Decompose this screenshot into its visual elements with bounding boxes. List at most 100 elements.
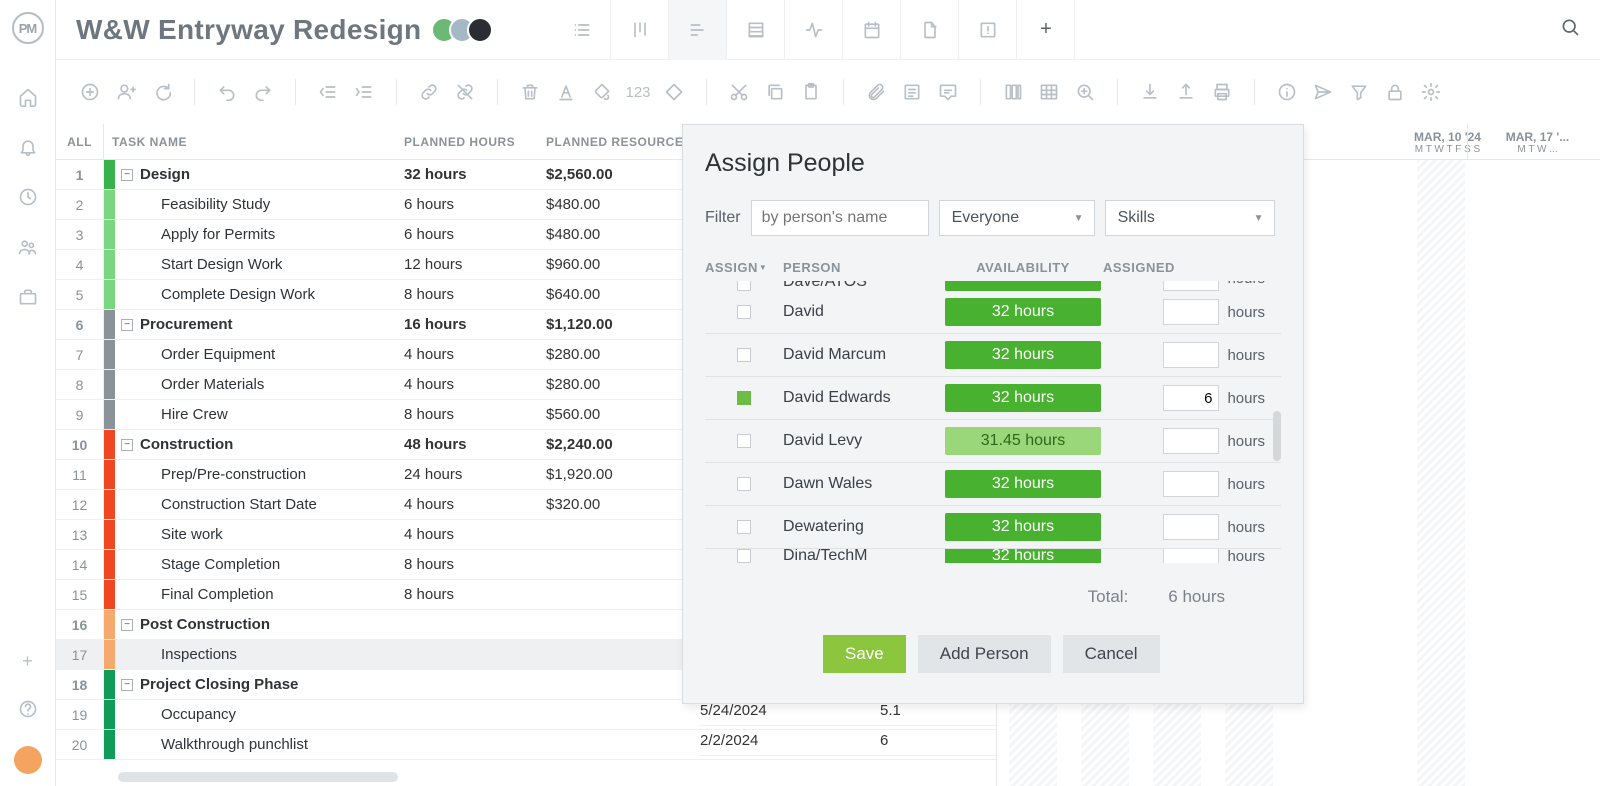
cancel-button[interactable]: Cancel bbox=[1063, 635, 1160, 673]
fill-icon[interactable] bbox=[590, 80, 614, 104]
col-person[interactable]: PERSON bbox=[783, 260, 943, 275]
comment-icon[interactable] bbox=[936, 80, 960, 104]
filter-skills-select[interactable]: Skills▼ bbox=[1105, 200, 1275, 236]
collapse-toggle-icon[interactable]: − bbox=[121, 439, 133, 451]
assigned-hours-input[interactable] bbox=[1163, 471, 1219, 497]
assign-checkbox[interactable] bbox=[737, 549, 751, 563]
assign-checkbox[interactable] bbox=[737, 391, 751, 405]
assigned-hours-input[interactable] bbox=[1163, 342, 1219, 368]
planned-hours: 4 hours bbox=[404, 496, 546, 513]
collapse-toggle-icon[interactable]: − bbox=[121, 319, 133, 331]
sheet-view-tab[interactable] bbox=[727, 0, 785, 60]
collapse-toggle-icon[interactable]: − bbox=[121, 679, 133, 691]
add-icon[interactable]: + bbox=[22, 651, 33, 672]
import-icon[interactable] bbox=[1138, 80, 1162, 104]
calendar-view-tab[interactable] bbox=[843, 0, 901, 60]
number-format-icon[interactable]: 123 bbox=[626, 80, 650, 104]
assign-icon[interactable] bbox=[114, 80, 138, 104]
member-avatar[interactable] bbox=[467, 17, 493, 43]
app-logo[interactable]: PM bbox=[12, 12, 44, 44]
copy-icon[interactable] bbox=[763, 80, 787, 104]
undo-icon[interactable] bbox=[215, 80, 239, 104]
refresh-icon[interactable] bbox=[150, 80, 174, 104]
col-availability[interactable]: AVAILABILITY bbox=[943, 260, 1103, 275]
assign-checkbox[interactable] bbox=[737, 477, 751, 491]
col-assign[interactable]: ASSIGN▼ bbox=[705, 260, 783, 275]
people-icon[interactable] bbox=[16, 235, 40, 259]
delete-icon[interactable] bbox=[518, 80, 542, 104]
hours-unit: hours bbox=[1227, 519, 1265, 536]
table-icon[interactable] bbox=[1037, 80, 1061, 104]
help-icon[interactable] bbox=[16, 697, 40, 721]
settings-icon[interactable] bbox=[1419, 80, 1443, 104]
cut-icon[interactable] bbox=[727, 80, 751, 104]
assign-checkbox[interactable] bbox=[737, 434, 751, 448]
assign-checkbox[interactable] bbox=[737, 281, 751, 291]
modal-scrollbar[interactable] bbox=[1273, 411, 1281, 461]
board-view-tab[interactable] bbox=[611, 0, 669, 60]
assigned-hours-input[interactable] bbox=[1163, 299, 1219, 325]
gantt-view-tab[interactable] bbox=[669, 0, 727, 60]
briefcase-icon[interactable] bbox=[16, 285, 40, 309]
paste-icon[interactable] bbox=[799, 80, 823, 104]
note-icon[interactable] bbox=[900, 80, 924, 104]
link-icon[interactable] bbox=[417, 80, 441, 104]
print-icon[interactable] bbox=[1210, 80, 1234, 104]
sort-caret-icon: ▼ bbox=[759, 263, 767, 272]
add-task-icon[interactable] bbox=[78, 80, 102, 104]
columns-icon[interactable] bbox=[1001, 80, 1025, 104]
project-members[interactable] bbox=[439, 17, 493, 43]
assign-checkbox[interactable] bbox=[737, 348, 751, 362]
user-avatar[interactable] bbox=[14, 746, 42, 774]
clock-icon[interactable] bbox=[16, 185, 40, 209]
assign-checkbox[interactable] bbox=[737, 520, 751, 534]
col-task-name[interactable]: TASK NAME bbox=[104, 135, 404, 149]
risk-view-tab[interactable] bbox=[959, 0, 1017, 60]
assigned-hours-input[interactable] bbox=[1163, 514, 1219, 540]
assigned-hours-input[interactable] bbox=[1163, 428, 1219, 454]
col-all[interactable]: ALL bbox=[56, 124, 104, 159]
zoom-icon[interactable] bbox=[1073, 80, 1097, 104]
person-name: David Marcum bbox=[783, 346, 943, 364]
status-bar bbox=[104, 160, 115, 189]
bell-icon[interactable] bbox=[16, 135, 40, 159]
filter-group-select[interactable]: Everyone▼ bbox=[939, 200, 1095, 236]
home-icon[interactable] bbox=[16, 85, 40, 109]
send-icon[interactable] bbox=[1311, 80, 1335, 104]
collapse-toggle-icon[interactable]: − bbox=[121, 619, 133, 631]
search-icon[interactable] bbox=[1560, 17, 1580, 42]
filter-label: Filter bbox=[705, 209, 741, 227]
assigned-hours-input[interactable] bbox=[1163, 385, 1219, 411]
assigned-hours-input[interactable] bbox=[1163, 281, 1219, 291]
attach-icon[interactable] bbox=[864, 80, 888, 104]
hours-unit: hours bbox=[1227, 549, 1265, 563]
assign-checkbox[interactable] bbox=[737, 305, 751, 319]
chevron-down-icon: ▼ bbox=[1074, 213, 1084, 224]
list-view-tab[interactable] bbox=[553, 0, 611, 60]
save-button[interactable]: Save bbox=[823, 635, 906, 673]
horizontal-scrollbar[interactable] bbox=[118, 772, 398, 782]
collapse-toggle-icon[interactable]: − bbox=[121, 169, 133, 181]
col-assigned[interactable]: ASSIGNED bbox=[1103, 260, 1223, 275]
filter-icon[interactable] bbox=[1347, 80, 1371, 104]
unlink-icon[interactable] bbox=[453, 80, 477, 104]
row-number: 20 bbox=[56, 730, 104, 759]
lock-icon[interactable] bbox=[1383, 80, 1407, 104]
redo-icon[interactable] bbox=[251, 80, 275, 104]
indent-icon[interactable] bbox=[352, 80, 376, 104]
assigned-hours-input[interactable] bbox=[1163, 549, 1219, 563]
col-planned-hours[interactable]: PLANNED HOURS bbox=[404, 135, 546, 149]
person-row: David Marcum32 hourshours bbox=[705, 334, 1281, 377]
export-icon[interactable] bbox=[1174, 80, 1198, 104]
add-view-tab[interactable]: + bbox=[1017, 0, 1075, 60]
add-person-button[interactable]: Add Person bbox=[918, 635, 1051, 673]
availability-badge: 32 hours bbox=[945, 384, 1101, 412]
text-color-icon[interactable] bbox=[554, 80, 578, 104]
shape-icon[interactable] bbox=[662, 80, 686, 104]
activity-view-tab[interactable] bbox=[785, 0, 843, 60]
filter-name-input[interactable] bbox=[751, 200, 929, 236]
outdent-icon[interactable] bbox=[316, 80, 340, 104]
info-icon[interactable] bbox=[1275, 80, 1299, 104]
task-name: Walkthrough punchlist bbox=[161, 736, 308, 753]
file-view-tab[interactable] bbox=[901, 0, 959, 60]
